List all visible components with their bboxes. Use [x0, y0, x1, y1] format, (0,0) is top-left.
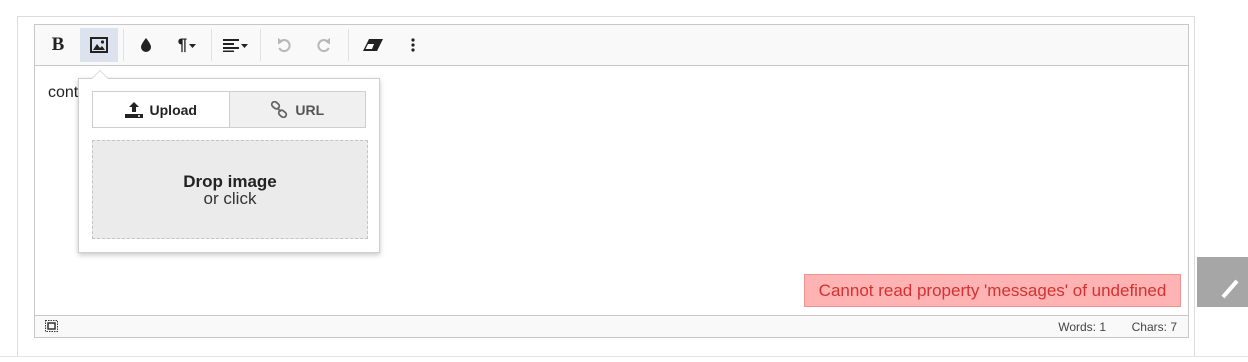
page-divider [0, 356, 1248, 357]
toolbar-separator [211, 29, 212, 61]
scroll-to-top-button[interactable] [1197, 257, 1248, 307]
toolbar-separator [123, 29, 124, 61]
dots-vertical-icon [411, 38, 415, 52]
image-dropzone[interactable]: Drop image or click [92, 140, 368, 239]
toolbar-separator [348, 29, 349, 61]
color-button[interactable] [131, 28, 161, 62]
chevron-down-icon [189, 43, 197, 48]
popup-arrow-fill [92, 71, 108, 79]
link-icon [271, 101, 288, 118]
tab-url[interactable]: URL [229, 92, 365, 127]
chevron-down-icon [240, 43, 248, 48]
image-button[interactable] [80, 28, 118, 62]
error-message: Cannot read property 'messages' of undef… [804, 274, 1181, 307]
undo-button[interactable] [267, 28, 301, 62]
bold-button[interactable]: B [41, 28, 75, 62]
tab-url-label: URL [295, 101, 325, 118]
redo-button[interactable] [307, 28, 341, 62]
editor-toolbar: B ¶ [35, 25, 1188, 66]
error-message-text: Cannot read property 'messages' of undef… [818, 280, 1167, 300]
eraser-button[interactable] [356, 28, 390, 62]
undo-icon [278, 38, 291, 53]
editor-statusbar: Words: 1 Chars: 7 [35, 315, 1188, 337]
chevron-up-icon [1221, 279, 1239, 299]
dropzone-title: Drop image [183, 171, 277, 191]
tab-upload-label: Upload [149, 101, 197, 118]
drop-icon [141, 38, 151, 52]
toolbar-separator [260, 29, 261, 61]
paragraph-icon: ¶ [177, 35, 188, 54]
eraser-icon [363, 39, 383, 51]
align-left-icon [222, 38, 239, 52]
more-button[interactable] [397, 28, 429, 62]
align-button[interactable] [215, 28, 255, 62]
tab-upload[interactable]: Upload [93, 92, 230, 127]
word-count: Words: 1 [1058, 320, 1106, 334]
dropzone-subtitle: or click [203, 188, 257, 208]
source-view-icon[interactable] [45, 320, 58, 332]
paragraph-button[interactable]: ¶ [169, 28, 205, 62]
upload-icon [124, 101, 143, 118]
redo-icon [317, 38, 330, 53]
bold-icon: B [51, 34, 65, 55]
image-insert-popup: Upload URL Drop image or click [78, 70, 380, 253]
image-source-tabs: Upload URL [92, 91, 366, 128]
char-count: Chars: 7 [1131, 320, 1177, 334]
image-icon [90, 37, 108, 53]
